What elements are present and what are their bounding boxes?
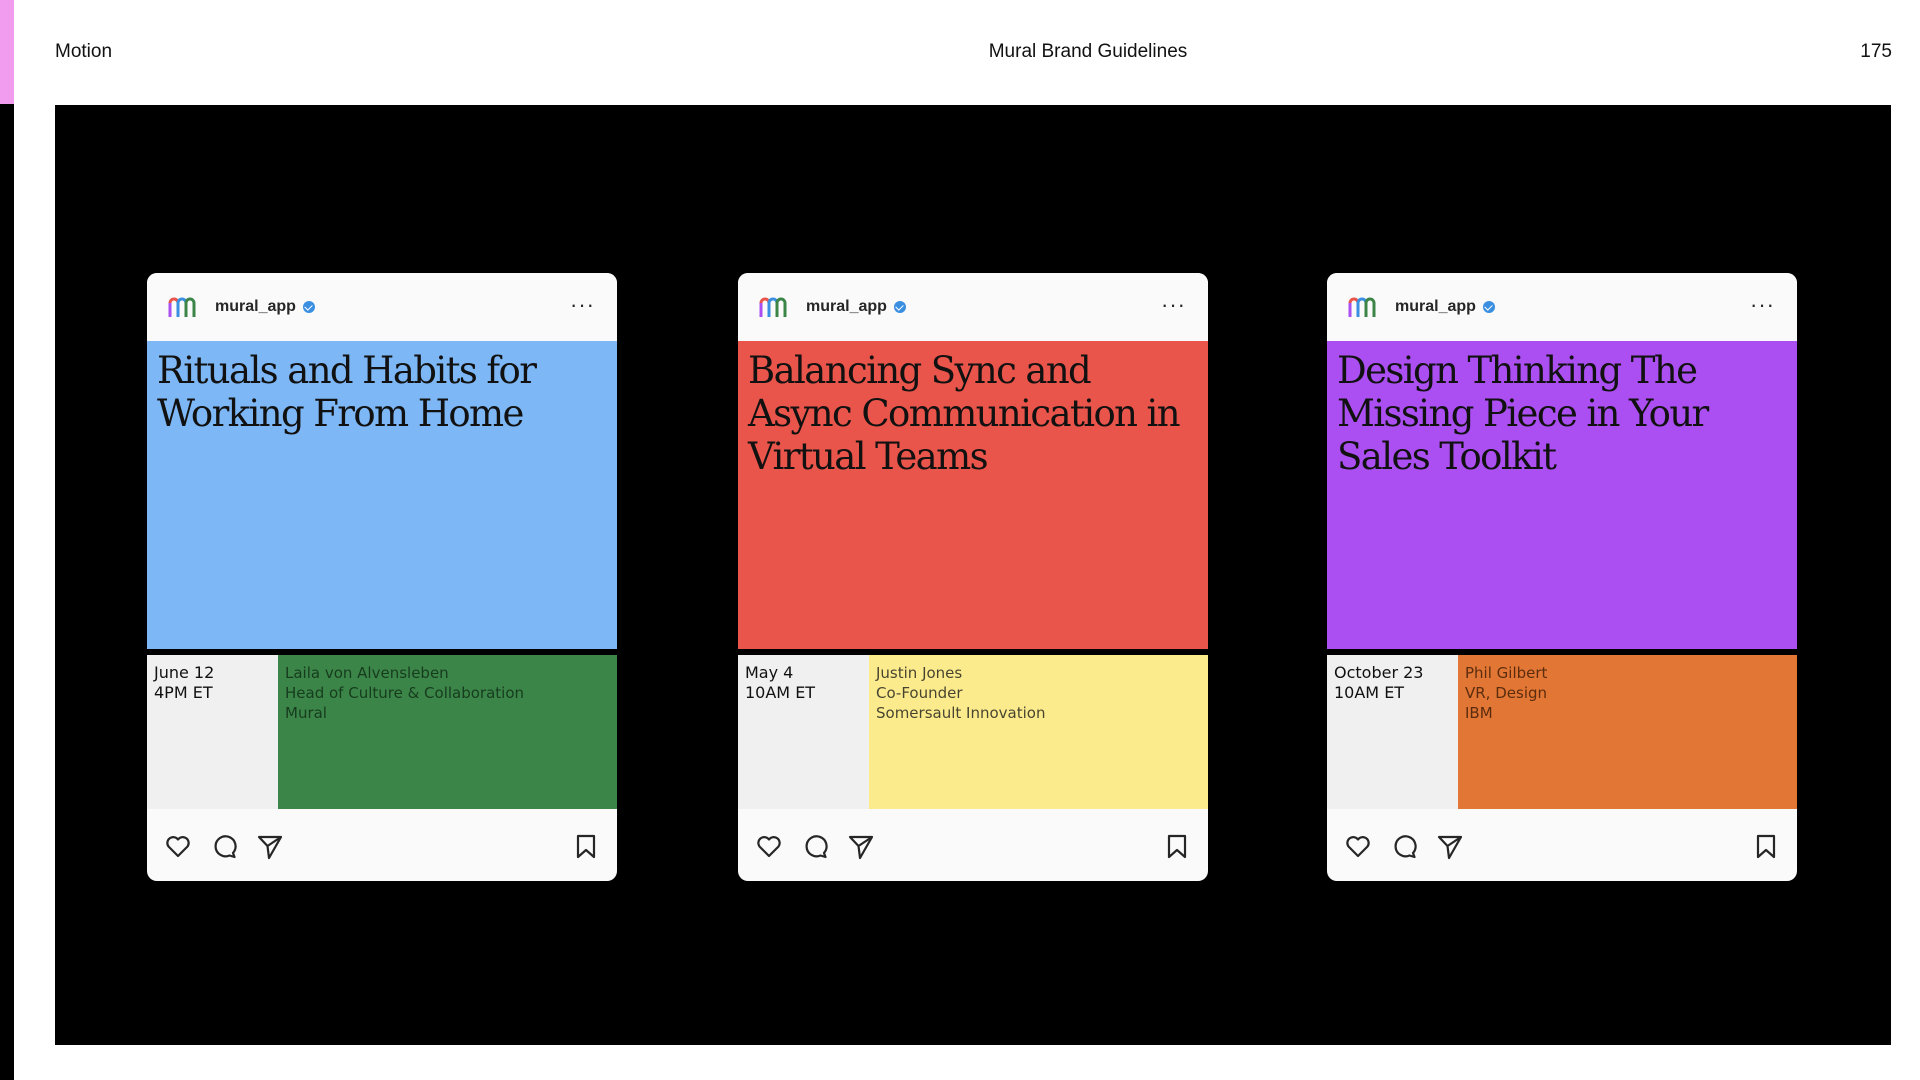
verified-icon: [1482, 301, 1495, 313]
document-title: Mural Brand Guidelines: [988, 41, 1188, 62]
account-handle[interactable]: mural_app: [215, 298, 296, 316]
post-actions: [147, 809, 617, 881]
account-handle[interactable]: mural_app: [806, 298, 887, 316]
post-title: Balancing Sync and Async Communication i…: [748, 349, 1181, 478]
event-info: May 4 10AM ET Justin Jones Co-Founder So…: [738, 655, 1208, 809]
speaker-panel: Justin Jones Co-Founder Somersault Innov…: [869, 655, 1208, 809]
send-icon[interactable]: [846, 831, 876, 861]
comment-icon[interactable]: [209, 831, 239, 861]
post-header: mural_app ···: [1327, 273, 1797, 341]
instagram-post-1: mural_app ··· Rituals and Habits for Wor…: [147, 273, 617, 881]
speaker-details: Laila von Alvensleben Head of Culture & …: [285, 664, 525, 722]
comment-icon[interactable]: [1389, 831, 1419, 861]
send-icon[interactable]: [255, 831, 285, 861]
post-actions: [1327, 809, 1797, 881]
mural-logo-icon: [168, 297, 196, 317]
verified-icon: [893, 301, 906, 313]
speaker-panel: Phil Gilbert VR, Design IBM: [1458, 655, 1797, 809]
heart-icon[interactable]: [163, 831, 193, 861]
event-date: June 12 4PM ET: [154, 663, 215, 702]
event-info: June 12 4PM ET Laila von Alvensleben Hea…: [147, 655, 617, 809]
instagram-post-3: mural_app ··· Design Thinking The Missin…: [1327, 273, 1797, 881]
post-header: mural_app ···: [738, 273, 1208, 341]
post-title: Design Thinking The Missing Piece in You…: [1337, 349, 1709, 478]
event-info: October 23 10AM ET Phil Gilbert VR, Desi…: [1327, 655, 1797, 809]
comment-icon[interactable]: [800, 831, 830, 861]
more-icon[interactable]: ···: [1750, 294, 1775, 316]
side-strip: [0, 0, 14, 1080]
heart-icon[interactable]: [754, 831, 784, 861]
speaker-details: Phil Gilbert VR, Design IBM: [1465, 664, 1548, 722]
mural-logo-icon: [759, 297, 787, 317]
post-hero: Balancing Sync and Async Communication i…: [738, 341, 1208, 649]
showcase-stage: mural_app ··· Rituals and Habits for Wor…: [55, 105, 1891, 1045]
post-hero: Rituals and Habits for Working From Home: [147, 341, 617, 649]
post-title: Rituals and Habits for Working From Home: [157, 349, 537, 435]
bookmark-icon[interactable]: [571, 831, 601, 861]
post-header: mural_app ···: [147, 273, 617, 341]
more-icon[interactable]: ···: [570, 294, 595, 316]
more-icon[interactable]: ···: [1161, 294, 1186, 316]
account-handle[interactable]: mural_app: [1395, 298, 1476, 316]
instagram-post-2: mural_app ··· Balancing Sync and Async C…: [738, 273, 1208, 881]
heart-icon[interactable]: [1343, 831, 1373, 861]
speaker-panel: Laila von Alvensleben Head of Culture & …: [278, 655, 617, 809]
event-date: May 4 10AM ET: [745, 663, 816, 702]
post-actions: [738, 809, 1208, 881]
mural-logo-icon: [1348, 297, 1376, 317]
speaker-details: Justin Jones Co-Founder Somersault Innov…: [876, 664, 1046, 722]
verified-icon: [302, 301, 315, 313]
post-hero: Design Thinking The Missing Piece in You…: [1327, 341, 1797, 649]
send-icon[interactable]: [1435, 831, 1465, 861]
bookmark-icon[interactable]: [1751, 831, 1781, 861]
event-date: October 23 10AM ET: [1334, 663, 1424, 702]
bookmark-icon[interactable]: [1162, 831, 1192, 861]
page-number: 175: [1860, 41, 1892, 62]
